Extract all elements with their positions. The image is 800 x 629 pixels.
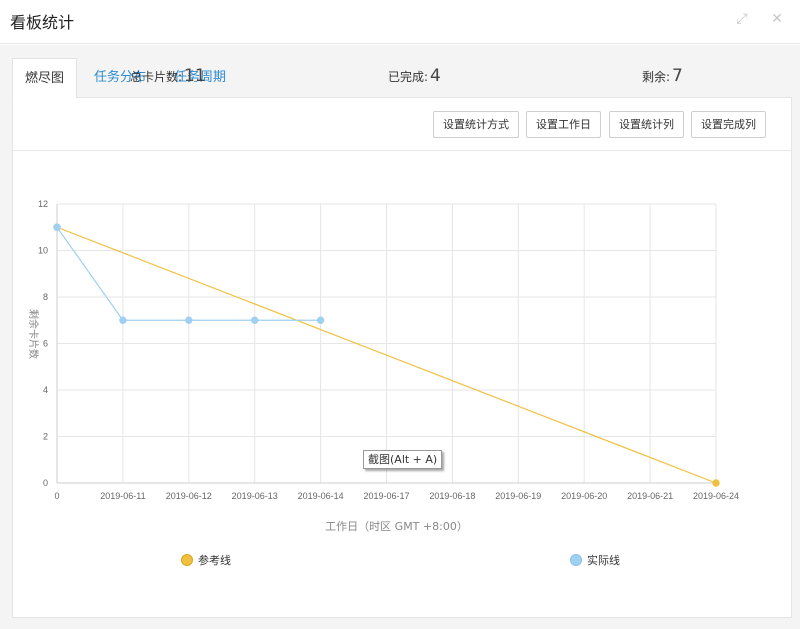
x-tick-label: 2019-06-17 [363, 491, 409, 501]
x-tick-label: 2019-06-12 [166, 491, 212, 501]
x-tick-label: 2019-06-13 [232, 491, 278, 501]
y-tick-label: 6 [43, 339, 48, 349]
series-point-actual [251, 316, 259, 324]
legend-marker-actual [570, 554, 582, 566]
screenshot-tooltip: 截图(Alt + A) [363, 450, 443, 469]
x-tick-label: 2019-06-24 [693, 491, 739, 501]
y-tick-label: 12 [38, 199, 48, 209]
legend-label-actual: 实际线 [587, 553, 620, 567]
x-tick-label: 2019-06-21 [627, 491, 673, 501]
x-axis-title: 工作日（时区 GMT +8:00） [325, 520, 468, 533]
burndown-chart: 0 2 4 6 8 10 12 0 2019-06-11 2019-06-12 2019-06-13… [27, 199, 739, 567]
series-point-actual [119, 316, 127, 324]
y-tick-label: 10 [38, 246, 48, 256]
series-point-reference [712, 479, 720, 487]
series-point-actual [316, 316, 325, 324]
x-tick-label: 2019-06-11 [100, 491, 145, 501]
x-tick-label: 2019-06-14 [298, 491, 344, 501]
legend-label-reference: 参考线 [198, 553, 231, 567]
legend-marker-reference [181, 554, 193, 566]
y-tick-label: 0 [43, 478, 48, 488]
x-tick-label: 2019-06-18 [429, 491, 475, 501]
y-tick-label: 4 [43, 385, 48, 395]
tab-burndown[interactable]: 燃尽图 [12, 58, 78, 98]
x-tick-label: 2019-06-20 [561, 491, 607, 501]
series-point-actual [53, 223, 61, 231]
x-tick-label: 0 [54, 491, 59, 501]
y-axis-title: 剩余卡片数 [27, 309, 40, 359]
y-tick-label: 8 [43, 292, 48, 302]
series-point-actual [185, 316, 193, 324]
x-tick-label: 2019-06-19 [495, 491, 541, 501]
y-tick-label: 2 [43, 432, 48, 442]
